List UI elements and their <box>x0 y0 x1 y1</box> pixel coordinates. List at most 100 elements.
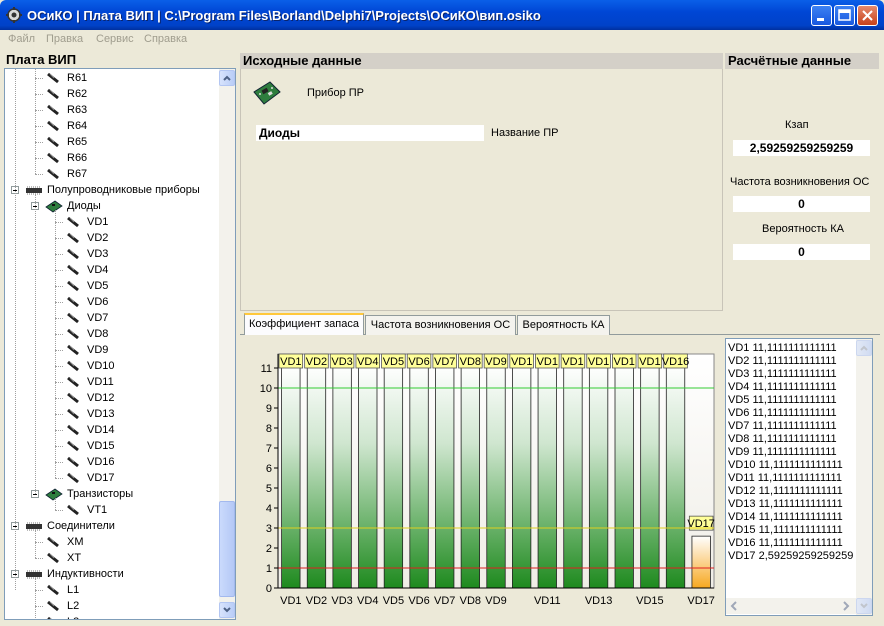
tree-item[interactable]: VD10 <box>5 358 217 374</box>
prob-value[interactable]: 0 <box>733 244 870 260</box>
tree-item[interactable]: Индуктивности <box>5 566 217 582</box>
tree-panel: Плата ВИП R61 R62 R63 R64 R65 R66 R67 Полупрово… <box>4 52 236 622</box>
list-scroll-down-button[interactable] <box>856 598 872 614</box>
chevron-left-icon[interactable] <box>728 600 740 612</box>
tree-item[interactable]: VD11 <box>5 374 217 390</box>
tree-connector <box>35 142 43 143</box>
tree-item[interactable]: L2 <box>5 598 217 614</box>
tree-connector <box>55 210 56 478</box>
list-item[interactable]: VD10 11,1111111111111 <box>728 459 843 472</box>
list-item[interactable]: VD15 11,1111111111111 <box>728 524 843 537</box>
tree-item[interactable]: R65 <box>5 134 217 150</box>
list-scrollbar[interactable] <box>856 339 872 615</box>
tree-item[interactable]: VD1 <box>5 214 217 230</box>
x-tick-label: VD9 <box>485 595 506 607</box>
tree-item[interactable]: VD12 <box>5 390 217 406</box>
tree-item[interactable]: R66 <box>5 150 217 166</box>
values-list[interactable]: VD1 11,1111111111111 VD2 11,1111111111111… <box>725 338 873 616</box>
tree-item[interactable]: VD6 <box>5 294 217 310</box>
x-tick-label: VD5 <box>383 595 404 607</box>
tab-kzap[interactable]: Коэффициент запаса <box>244 313 364 335</box>
list-item[interactable]: VD1 11,1111111111111 <box>728 342 837 355</box>
tree-item[interactable]: R67 <box>5 166 217 182</box>
list-item[interactable]: VD17 2,59259259259259 <box>728 550 853 563</box>
tree-item[interactable]: VD16 <box>5 454 217 470</box>
tree-item[interactable]: R62 <box>5 86 217 102</box>
x-tick-label: VD7 <box>434 595 455 607</box>
menu-service[interactable]: Сервис <box>96 33 134 45</box>
list-item[interactable]: VD4 11,1111111111111 <box>728 381 837 394</box>
tree-item[interactable]: Полупроводниковые приборы <box>5 182 217 198</box>
name-field[interactable]: Диоды <box>256 125 484 141</box>
tree-item[interactable]: VD5 <box>5 278 217 294</box>
list-scroll-up-button[interactable] <box>856 340 872 356</box>
tree-item[interactable]: L1 <box>5 582 217 598</box>
minimize-button[interactable] <box>811 5 832 26</box>
tree-item[interactable]: VD14 <box>5 422 217 438</box>
tree-item-label: VD12 <box>87 392 115 404</box>
list-item[interactable]: VD14 11,1111111111111 <box>728 511 843 524</box>
resistor-icon <box>67 216 79 228</box>
maximize-button[interactable] <box>834 5 855 26</box>
tree-item[interactable]: VD17 <box>5 470 217 486</box>
scroll-up-button[interactable] <box>219 70 235 86</box>
tree-item[interactable]: VD7 <box>5 310 217 326</box>
list-item[interactable]: VD13 11,1111111111111 <box>728 498 843 511</box>
bar-top-label: VD1 <box>639 356 660 368</box>
tree-item[interactable]: VD13 <box>5 406 217 422</box>
tree-item[interactable]: VD15 <box>5 438 217 454</box>
tree-item[interactable]: R63 <box>5 102 217 118</box>
resistor-icon <box>67 456 79 468</box>
list-item[interactable]: VD11 11,1111111111111 <box>728 472 842 485</box>
scroll-down-button[interactable] <box>219 602 235 618</box>
list-item[interactable]: VD16 11,1111111111111 <box>728 537 843 550</box>
tree-item[interactable]: VD3 <box>5 246 217 262</box>
tree-item[interactable]: XT <box>5 550 217 566</box>
chart-bar <box>512 365 532 589</box>
tree-item[interactable]: Транзисторы <box>5 486 217 502</box>
tree-item[interactable]: VD9 <box>5 342 217 358</box>
list-item[interactable]: VD8 11,1111111111111 <box>728 433 837 446</box>
tab-frequency[interactable]: Частота возникновения ОС <box>365 315 516 335</box>
tree-connector <box>35 578 36 619</box>
freq-value[interactable]: 0 <box>733 196 870 212</box>
tab-probability[interactable]: Вероятность КА <box>517 315 610 335</box>
menu-edit[interactable]: Правка <box>46 33 83 45</box>
chevron-right-icon[interactable] <box>840 600 852 612</box>
y-tick-label: 2 <box>266 543 272 555</box>
tree-item[interactable]: VT1 <box>5 502 217 518</box>
menu-help[interactable]: Справка <box>144 33 187 45</box>
bar-top-label: VD2 <box>306 356 327 368</box>
scroll-thumb[interactable] <box>219 501 235 597</box>
tree-item[interactable]: L3 <box>5 614 217 619</box>
list-item[interactable]: VD6 11,1111111111111 <box>728 407 837 420</box>
tree-item-label: VD1 <box>87 216 109 228</box>
tree-item[interactable]: Соединители <box>5 518 217 534</box>
tree-view[interactable]: R61 R62 R63 R64 R65 R66 R67 Полупроводниковые п… <box>4 68 236 620</box>
menu-file[interactable]: Файл <box>8 33 35 45</box>
bar-top-label: VD1 <box>562 356 583 368</box>
tree-connector <box>35 530 36 558</box>
list-item[interactable]: VD7 11,1111111111111 <box>728 420 837 433</box>
list-item[interactable]: VD3 11,1111111111111 <box>728 368 837 381</box>
tree-item-label: VD17 <box>87 472 115 484</box>
list-item[interactable]: VD9 11,1111111111111 <box>728 446 837 459</box>
tree-item[interactable]: VD8 <box>5 326 217 342</box>
list-item[interactable]: VD2 11,1111111111111 <box>728 355 837 368</box>
chart-bar <box>460 365 480 589</box>
close-button[interactable] <box>857 5 878 26</box>
resistor-icon <box>47 136 59 148</box>
tree-item[interactable]: XM <box>5 534 217 550</box>
gear-app-icon[interactable] <box>6 7 22 23</box>
list-hscrollbar[interactable] <box>726 598 856 614</box>
tree-item[interactable]: VD2 <box>5 230 217 246</box>
tree-item[interactable]: VD4 <box>5 262 217 278</box>
list-item[interactable]: VD5 11,1111111111111 <box>728 394 837 407</box>
tree-item[interactable]: Диоды <box>5 198 217 214</box>
tree-item[interactable]: R64 <box>5 118 217 134</box>
tree-item-label: Транзисторы <box>67 488 134 500</box>
kzap-value[interactable]: 2,59259259259259 <box>733 140 870 156</box>
tree-scrollbar[interactable] <box>219 69 235 619</box>
list-item[interactable]: VD12 11,1111111111111 <box>728 485 843 498</box>
tree-item[interactable]: R61 <box>5 70 217 86</box>
